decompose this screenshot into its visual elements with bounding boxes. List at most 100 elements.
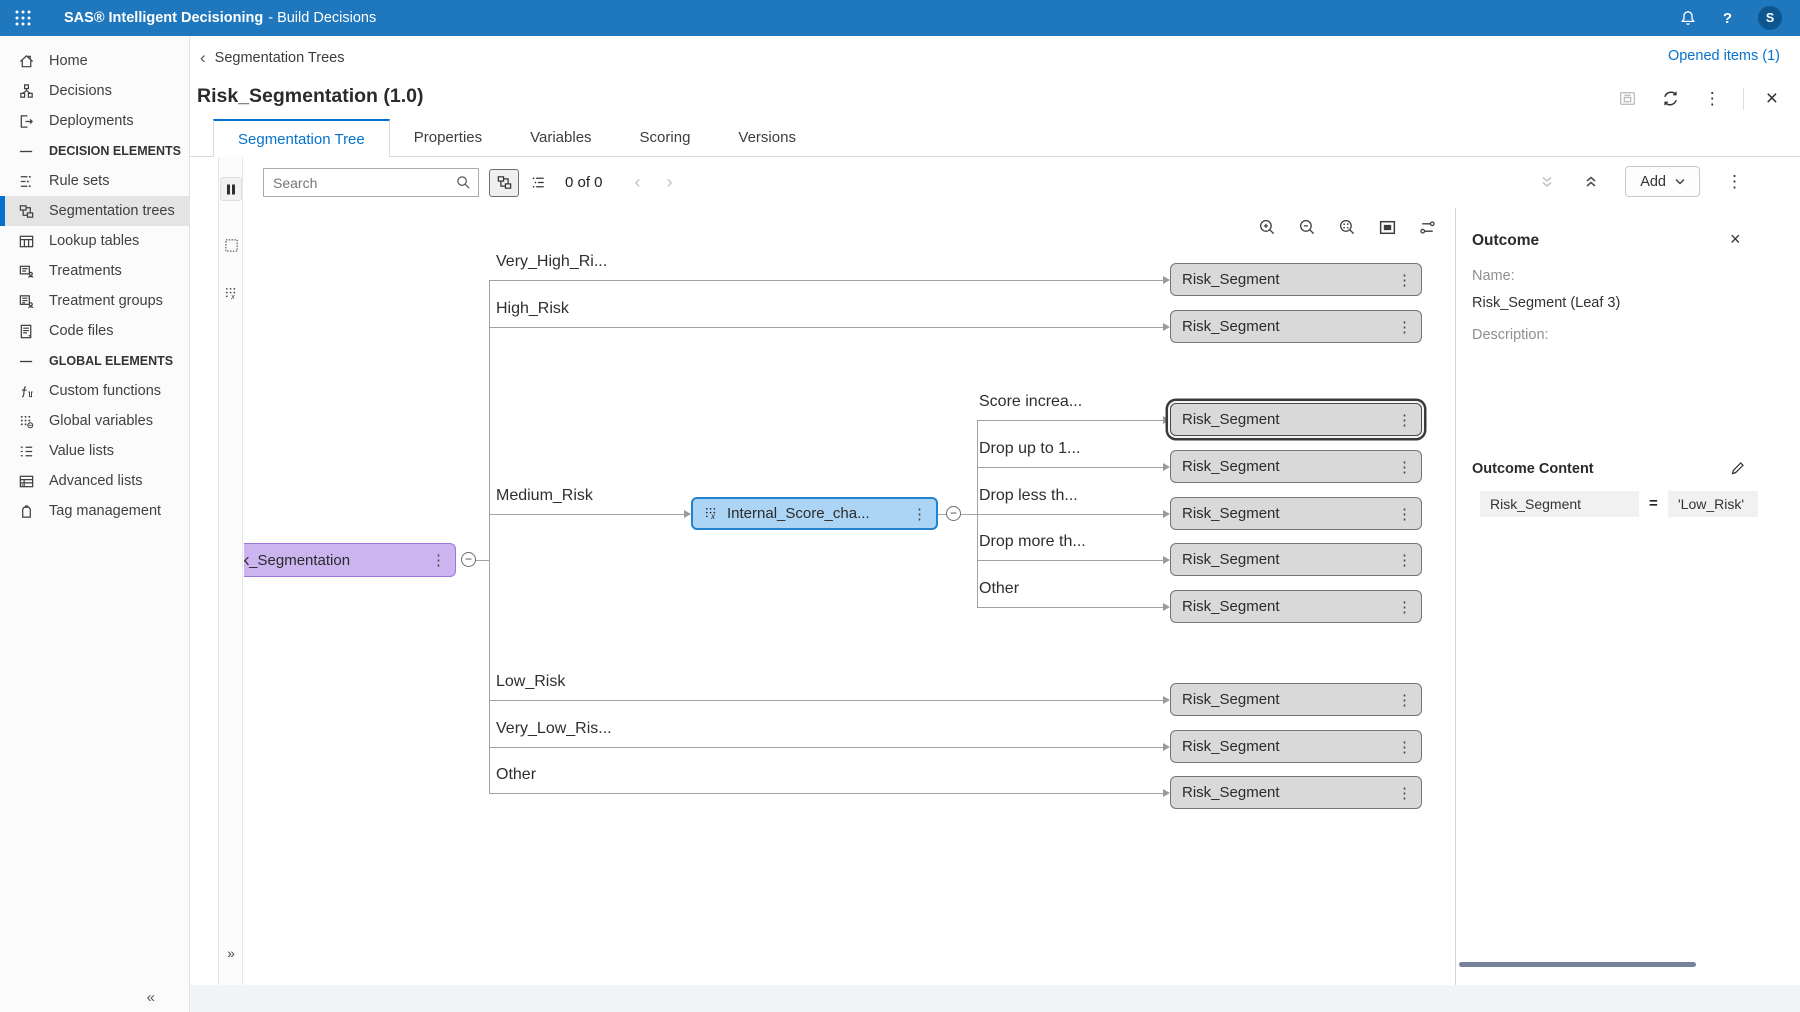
sidebar-item-lookup-tables[interactable]: Lookup tables bbox=[0, 226, 189, 256]
node-kebab-icon[interactable]: ⋮ bbox=[1397, 505, 1412, 523]
branch-label: High_Risk bbox=[496, 300, 569, 318]
tab-scoring[interactable]: Scoring bbox=[616, 119, 715, 156]
sidebar-item-decisions[interactable]: Decisions bbox=[0, 76, 189, 106]
leaf-node[interactable]: Risk_Segment ⋮ bbox=[1170, 590, 1422, 623]
connector bbox=[489, 280, 1163, 281]
leaf-node[interactable]: Risk_Segment ⋮ bbox=[1170, 263, 1422, 296]
leaf-node[interactable]: Risk_Segment ⋮ bbox=[1170, 543, 1422, 576]
sidebar-section-global-elements: GLOBAL ELEMENTS bbox=[0, 346, 189, 376]
prev-match-icon[interactable]: ‹ bbox=[635, 172, 641, 193]
node-kebab-icon[interactable]: ⋮ bbox=[1397, 784, 1412, 802]
collapse-node-icon[interactable]: − bbox=[946, 506, 961, 521]
sidebar-item-global-variables[interactable]: Global variables bbox=[0, 406, 189, 436]
collapse-node-icon[interactable]: − bbox=[461, 552, 476, 567]
sidebar-item-deployments[interactable]: Deployments bbox=[0, 106, 189, 136]
search-input[interactable] bbox=[263, 168, 479, 197]
zoom-fit-icon[interactable] bbox=[1336, 216, 1359, 239]
node-kebab-icon[interactable]: ⋮ bbox=[1397, 598, 1412, 616]
connector bbox=[977, 560, 1163, 561]
bell-icon[interactable] bbox=[1679, 9, 1697, 27]
sidebar-item-value-lists[interactable]: Value lists bbox=[0, 436, 189, 466]
leaf-node[interactable]: Risk_Segment ⋮ bbox=[1170, 310, 1422, 343]
user-avatar[interactable]: S bbox=[1758, 6, 1782, 30]
edit-pencil-icon[interactable] bbox=[1728, 458, 1748, 478]
leaf-node[interactable]: Risk_Segment ⋮ bbox=[1170, 776, 1422, 809]
panels-toggle-icon[interactable] bbox=[220, 177, 242, 201]
breadcrumb[interactable]: ‹ Segmentation Trees bbox=[200, 48, 344, 68]
toolbar-kebab-icon[interactable]: ⋮ bbox=[1724, 171, 1745, 192]
app-switcher-icon[interactable] bbox=[0, 9, 46, 27]
leaf-node[interactable]: Risk_Segment ⋮ bbox=[1170, 497, 1422, 530]
tab-segmentation-tree[interactable]: Segmentation Tree bbox=[213, 119, 390, 157]
horizontal-scrollbar[interactable] bbox=[1459, 962, 1696, 967]
connector bbox=[489, 793, 1163, 794]
node-kebab-icon[interactable]: ⋮ bbox=[912, 505, 927, 523]
layout-options-icon[interactable] bbox=[1416, 216, 1439, 239]
node-kebab-icon[interactable]: ⋮ bbox=[431, 551, 446, 569]
variables-palette-icon[interactable]: x bbox=[220, 281, 242, 305]
decisions-icon bbox=[17, 83, 35, 100]
internal-node[interactable]: x Internal_Score_cha... ⋮ bbox=[691, 497, 938, 530]
sidebar-item-tag-management[interactable]: Tag management bbox=[0, 496, 189, 526]
branch-label: Drop more th... bbox=[979, 533, 1086, 551]
branch-label: Score increa... bbox=[979, 393, 1082, 411]
sidebar-item-treatments[interactable]: Treatments bbox=[0, 256, 189, 286]
node-kebab-icon[interactable]: ⋮ bbox=[1397, 738, 1412, 756]
node-kebab-icon[interactable]: ⋮ bbox=[1397, 411, 1412, 429]
zoom-out-icon[interactable] bbox=[1296, 216, 1319, 239]
connector-arrow bbox=[684, 510, 691, 518]
add-button[interactable]: Add bbox=[1625, 166, 1700, 197]
refresh-icon[interactable] bbox=[1659, 87, 1682, 110]
node-kebab-icon[interactable]: ⋮ bbox=[1397, 551, 1412, 569]
connector-arrow bbox=[1163, 603, 1170, 611]
sidebar-collapse-button[interactable]: « bbox=[147, 989, 155, 1006]
help-icon[interactable]: ? bbox=[1723, 10, 1732, 27]
assign-value-chip[interactable]: 'Low_Risk' bbox=[1668, 491, 1758, 517]
grid-palette-icon[interactable] bbox=[220, 233, 242, 257]
expand-all-icon[interactable] bbox=[1581, 172, 1601, 192]
node-kebab-icon[interactable]: ⋮ bbox=[1397, 458, 1412, 476]
assign-target-chip[interactable]: Risk_Segment bbox=[1480, 491, 1639, 517]
leaf-node[interactable]: Risk_Segment ⋮ bbox=[1170, 450, 1422, 483]
sidebar-item-home[interactable]: Home bbox=[0, 46, 189, 76]
svg-text:x: x bbox=[710, 512, 716, 521]
tab-versions[interactable]: Versions bbox=[714, 119, 820, 156]
deployments-icon bbox=[17, 113, 35, 130]
zoom-in-icon[interactable] bbox=[1256, 216, 1279, 239]
tree-view-toggle[interactable] bbox=[489, 169, 519, 197]
connector bbox=[977, 514, 1163, 515]
sidebar-item-code-files[interactable]: Code files bbox=[0, 316, 189, 346]
tab-variables[interactable]: Variables bbox=[506, 119, 615, 156]
leaf-node[interactable]: Risk_Segment ⋮ bbox=[1170, 683, 1422, 716]
node-kebab-icon[interactable]: ⋮ bbox=[1397, 271, 1412, 289]
overview-icon[interactable] bbox=[1376, 216, 1399, 239]
opened-items-link[interactable]: Opened items (1) bbox=[1668, 48, 1780, 64]
root-node[interactable]: Risk_Segmentation ⋮ bbox=[244, 543, 456, 577]
rule-sets-icon bbox=[17, 173, 35, 190]
sidebar-item-rule-sets[interactable]: Rule sets bbox=[0, 166, 189, 196]
connector bbox=[977, 607, 1163, 608]
sidebar-item-segmentation-trees[interactable]: Segmentation trees bbox=[0, 196, 189, 226]
list-view-toggle[interactable] bbox=[523, 169, 553, 197]
strip-expand-button[interactable]: » bbox=[219, 945, 243, 961]
connector bbox=[489, 747, 1163, 748]
leaf-node-selected[interactable]: Risk_Segment ⋮ bbox=[1170, 403, 1422, 436]
collapse-all-icon[interactable] bbox=[1537, 172, 1557, 192]
close-item-icon[interactable]: × bbox=[1764, 86, 1780, 111]
sidebar: Home Decisions Deployments DECISION ELEM… bbox=[0, 36, 190, 1012]
node-kebab-icon[interactable]: ⋮ bbox=[1397, 318, 1412, 336]
sidebar-item-treatment-groups[interactable]: Treatment groups bbox=[0, 286, 189, 316]
sidebar-item-advanced-lists[interactable]: Advanced lists bbox=[0, 466, 189, 496]
tab-properties[interactable]: Properties bbox=[390, 119, 506, 156]
panel-close-icon[interactable]: × bbox=[1728, 228, 1743, 250]
name-label: Name: bbox=[1472, 268, 1515, 284]
tree-canvas[interactable]: Risk_Segmentation ⋮ − Very_High_Ri... Ri… bbox=[244, 208, 1455, 985]
snapshot-icon[interactable] bbox=[1616, 87, 1639, 110]
outcome-panel: Outcome × Name: Risk_Segment (Leaf 3) De… bbox=[1455, 208, 1800, 985]
next-match-icon[interactable]: › bbox=[667, 172, 673, 193]
header-kebab-icon[interactable]: ⋮ bbox=[1702, 88, 1723, 109]
connector-arrow bbox=[1163, 556, 1170, 564]
leaf-node[interactable]: Risk_Segment ⋮ bbox=[1170, 730, 1422, 763]
sidebar-item-custom-functions[interactable]: Custom functions bbox=[0, 376, 189, 406]
node-kebab-icon[interactable]: ⋮ bbox=[1397, 691, 1412, 709]
